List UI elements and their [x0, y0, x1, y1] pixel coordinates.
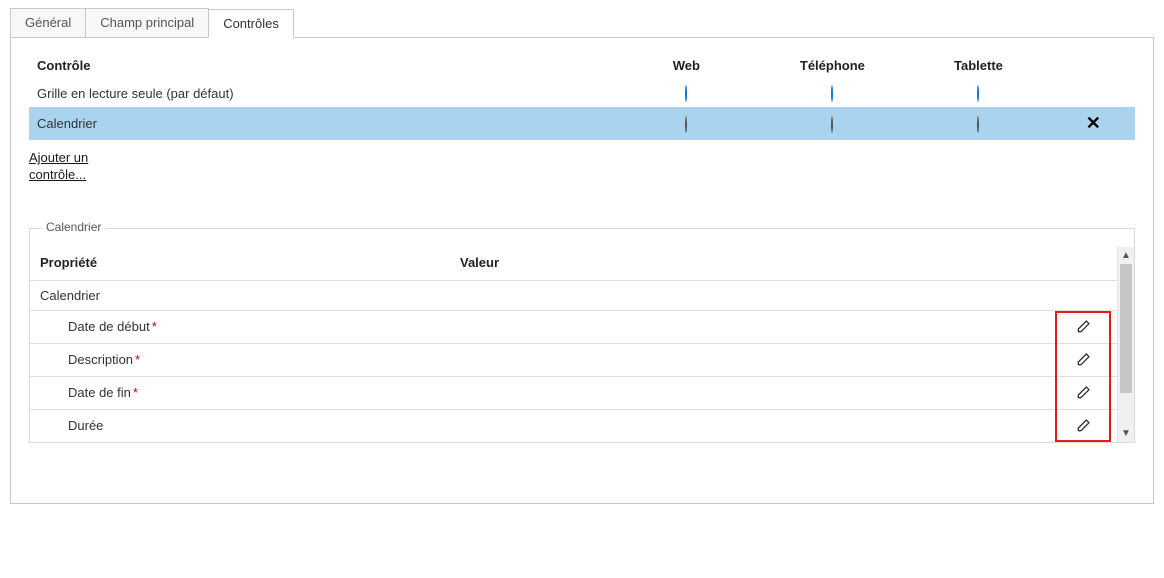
edit-property-button[interactable] — [1073, 350, 1093, 370]
tab-panel-controls: Contrôle Web Téléphone Tablette Grille e… — [10, 38, 1154, 504]
edit-property-button[interactable] — [1073, 416, 1093, 436]
scroll-down-button[interactable]: ▼ — [1118, 425, 1134, 442]
radio-tablet[interactable] — [977, 85, 979, 102]
pencil-icon — [1075, 385, 1091, 401]
scroll-track[interactable] — [1118, 264, 1134, 425]
col-header-web: Web — [613, 52, 759, 79]
property-row: Durée — [30, 409, 1117, 442]
radio-tablet[interactable] — [977, 116, 979, 133]
property-row: Date de fin* — [30, 376, 1117, 409]
property-group-row: Calendrier — [30, 280, 1117, 310]
pencil-icon — [1075, 418, 1091, 434]
properties-legend: Calendrier — [42, 220, 105, 234]
property-row: Date de début* — [30, 310, 1117, 343]
control-row[interactable]: Grille en lecture seule (par défaut) — [29, 79, 1135, 107]
tab-general[interactable]: Général — [10, 8, 86, 37]
tab-strip: Général Champ principal Contrôles — [10, 8, 1154, 38]
required-indicator: * — [133, 385, 138, 400]
col-header-value: Valeur — [460, 255, 1107, 270]
control-row-label: Calendrier — [29, 107, 613, 140]
tab-main-field[interactable]: Champ principal — [85, 8, 209, 37]
property-label: Durée — [40, 418, 460, 433]
required-indicator: * — [152, 319, 157, 334]
pencil-icon — [1075, 319, 1091, 335]
control-row-label: Grille en lecture seule (par défaut) — [29, 79, 613, 107]
tab-controls[interactable]: Contrôles — [208, 9, 294, 38]
scroll-up-button[interactable]: ▲ — [1118, 247, 1134, 264]
col-header-property: Propriété — [40, 255, 460, 270]
properties-scrollbar[interactable]: ▲ ▼ — [1117, 247, 1134, 442]
pencil-icon — [1075, 352, 1091, 368]
property-group-label: Calendrier — [40, 288, 460, 303]
col-header-control: Contrôle — [29, 52, 613, 79]
scroll-thumb[interactable] — [1120, 264, 1132, 393]
radio-phone[interactable] — [831, 116, 833, 133]
remove-control-icon[interactable]: ✕ — [1086, 113, 1101, 133]
add-control-link[interactable]: Ajouter un contrôle... — [29, 150, 88, 184]
properties-fieldset: Calendrier Propriété Valeur Calendrier D… — [29, 228, 1135, 443]
property-label: Date de fin* — [40, 385, 460, 400]
col-header-phone: Téléphone — [759, 52, 905, 79]
edit-property-button[interactable] — [1073, 383, 1093, 403]
required-indicator: * — [135, 352, 140, 367]
properties-header: Propriété Valeur — [30, 247, 1117, 280]
controls-table: Contrôle Web Téléphone Tablette Grille e… — [29, 52, 1135, 140]
radio-phone[interactable] — [831, 85, 833, 102]
col-header-actions — [1051, 52, 1135, 79]
control-row[interactable]: Calendrier ✕ — [29, 107, 1135, 140]
property-label: Description* — [40, 352, 460, 367]
col-header-tablet: Tablette — [905, 52, 1051, 79]
property-label: Date de début* — [40, 319, 460, 334]
radio-web[interactable] — [685, 85, 687, 102]
edit-property-button[interactable] — [1073, 317, 1093, 337]
property-row: Description* — [30, 343, 1117, 376]
radio-web[interactable] — [685, 116, 687, 133]
